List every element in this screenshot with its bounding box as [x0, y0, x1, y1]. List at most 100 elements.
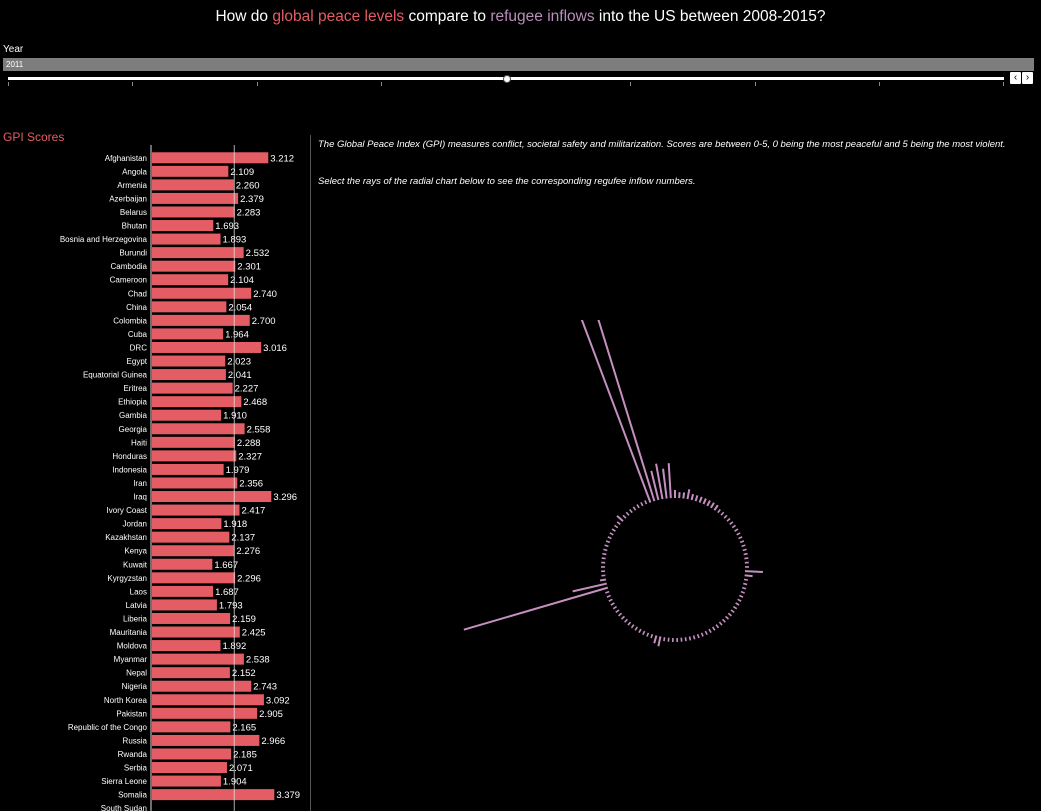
- radial-ray[interactable]: [634, 626, 638, 631]
- gpi-bar[interactable]: [152, 274, 229, 286]
- gpi-bar[interactable]: [152, 165, 229, 177]
- radial-ray[interactable]: [653, 635, 658, 644]
- radial-ray[interactable]: [638, 628, 642, 634]
- gpi-bar[interactable]: [152, 748, 232, 760]
- radial-ray[interactable]: [726, 517, 731, 522]
- gpi-bar[interactable]: [152, 694, 264, 706]
- gpi-bar[interactable]: [152, 436, 235, 448]
- radial-ray[interactable]: [612, 605, 618, 610]
- gpi-bar[interactable]: [152, 341, 262, 353]
- radial-ray[interactable]: [636, 504, 640, 509]
- radial-ray[interactable]: [624, 618, 628, 623]
- radial-ray[interactable]: [700, 632, 704, 637]
- radial-ray[interactable]: [688, 636, 692, 641]
- radial-ray[interactable]: [744, 557, 749, 560]
- refugee-radial-chart[interactable]: [380, 320, 780, 650]
- gpi-bar[interactable]: [152, 247, 244, 259]
- radial-ray[interactable]: [622, 514, 627, 519]
- radial-ray[interactable]: [599, 578, 607, 582]
- radial-ray[interactable]: [614, 524, 619, 529]
- gpi-bar[interactable]: [152, 477, 238, 489]
- year-filter-value[interactable]: 2011: [3, 58, 1034, 71]
- radial-ray[interactable]: [737, 598, 742, 602]
- gpi-bar[interactable]: [152, 558, 213, 570]
- radial-ray[interactable]: [725, 615, 730, 620]
- radial-ray[interactable]: [744, 570, 763, 573]
- radial-ray[interactable]: [627, 621, 632, 626]
- gpi-bar[interactable]: [152, 450, 237, 462]
- radial-ray[interactable]: [706, 500, 711, 507]
- radial-ray[interactable]: [741, 544, 746, 548]
- gpi-bar[interactable]: [152, 287, 252, 299]
- radial-ray[interactable]: [609, 532, 614, 536]
- radial-ray[interactable]: [694, 495, 699, 502]
- gpi-bar[interactable]: [152, 545, 235, 557]
- radial-ray[interactable]: [722, 618, 726, 623]
- gpi-bar[interactable]: [152, 328, 224, 340]
- radial-ray[interactable]: [739, 594, 744, 598]
- radial-ray[interactable]: [743, 582, 748, 586]
- gpi-bar[interactable]: [152, 707, 258, 719]
- radial-ray[interactable]: [606, 594, 611, 598]
- gpi-bar[interactable]: [152, 409, 222, 421]
- gpi-bar[interactable]: [152, 599, 217, 611]
- year-slider-thumb[interactable]: [503, 75, 511, 83]
- radial-ray[interactable]: [684, 637, 687, 642]
- gpi-bar[interactable]: [152, 192, 239, 204]
- radial-ray[interactable]: [717, 508, 721, 514]
- radial-ray[interactable]: [602, 552, 607, 556]
- radial-ray[interactable]: [605, 540, 611, 544]
- radial-ray[interactable]: [710, 502, 715, 509]
- radial-ray[interactable]: [608, 598, 613, 602]
- radial-ray[interactable]: [713, 504, 719, 511]
- radial-ray[interactable]: [625, 511, 630, 516]
- radial-ray[interactable]: [739, 540, 745, 544]
- gpi-bar[interactable]: [152, 369, 226, 381]
- gpi-bar[interactable]: [152, 734, 260, 746]
- radial-ray[interactable]: [712, 626, 716, 631]
- gpi-bar[interactable]: [152, 179, 234, 191]
- gpi-bar[interactable]: [152, 423, 245, 435]
- gpi-bar[interactable]: [152, 355, 226, 367]
- radial-ray[interactable]: [720, 511, 725, 516]
- radial-ray[interactable]: [616, 521, 621, 525]
- radial-ray[interactable]: [736, 532, 741, 536]
- radial-ray[interactable]: [741, 586, 747, 590]
- gpi-bar[interactable]: [152, 463, 224, 475]
- radial-ray[interactable]: [610, 602, 615, 606]
- radial-ray[interactable]: [646, 632, 650, 637]
- gpi-bar[interactable]: [152, 653, 244, 665]
- gpi-bar[interactable]: [152, 396, 242, 408]
- gpi-bar[interactable]: [152, 626, 240, 638]
- radial-ray[interactable]: [615, 609, 620, 614]
- radial-ray[interactable]: [667, 463, 672, 499]
- radial-ray[interactable]: [603, 548, 608, 552]
- radial-ray[interactable]: [588, 320, 656, 502]
- radial-ray[interactable]: [620, 615, 625, 620]
- gpi-bar[interactable]: [152, 775, 221, 787]
- gpi-bar[interactable]: [152, 260, 236, 272]
- gpi-bar[interactable]: [152, 680, 252, 692]
- gpi-bar[interactable]: [152, 585, 214, 597]
- radial-ray[interactable]: [640, 501, 644, 507]
- radial-ray[interactable]: [607, 536, 612, 540]
- radial-ray[interactable]: [611, 528, 616, 532]
- radial-ray[interactable]: [601, 557, 606, 560]
- radial-ray[interactable]: [686, 489, 691, 500]
- radial-ray[interactable]: [729, 521, 734, 525]
- gpi-bar[interactable]: [152, 491, 272, 503]
- radial-ray[interactable]: [727, 612, 732, 617]
- radial-ray[interactable]: [644, 500, 648, 505]
- radial-ray[interactable]: [742, 548, 747, 552]
- radial-ray[interactable]: [740, 590, 745, 594]
- gpi-bar[interactable]: [152, 504, 240, 516]
- radial-ray[interactable]: [605, 590, 610, 594]
- radial-ray[interactable]: [604, 544, 609, 548]
- radial-ray[interactable]: [696, 633, 700, 639]
- radial-ray[interactable]: [744, 574, 753, 578]
- gpi-bar[interactable]: [152, 762, 227, 774]
- radial-ray[interactable]: [650, 633, 654, 639]
- gpi-bar[interactable]: [152, 789, 275, 801]
- gpi-bar[interactable]: [152, 314, 250, 326]
- radial-ray[interactable]: [682, 492, 686, 499]
